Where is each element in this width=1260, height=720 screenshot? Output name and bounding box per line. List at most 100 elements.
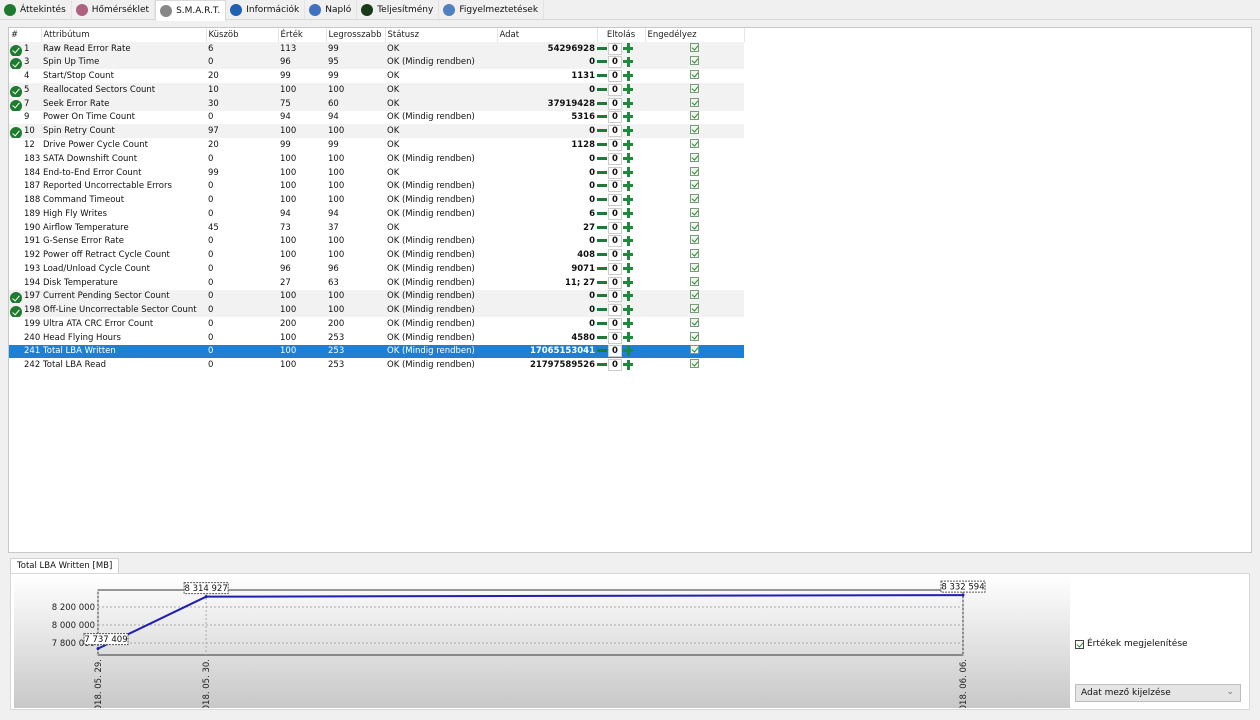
minus-icon[interactable] bbox=[597, 101, 607, 105]
enable-checkbox[interactable] bbox=[690, 317, 699, 327]
tab--ttekint-s[interactable]: Áttekintés bbox=[0, 0, 72, 19]
enable-checkbox[interactable] bbox=[690, 139, 699, 148]
minus-icon[interactable] bbox=[597, 253, 607, 257]
column-header[interactable]: Adat bbox=[497, 28, 598, 42]
offset-value[interactable]: 0 bbox=[608, 207, 622, 220]
minus-icon[interactable] bbox=[597, 60, 607, 64]
plus-icon[interactable] bbox=[623, 180, 633, 191]
enable-checkbox[interactable] bbox=[690, 56, 699, 66]
table-row[interactable]: 10 Spin Retry Count 97 100 100 OK 0 0 bbox=[9, 124, 744, 139]
plus-icon[interactable] bbox=[623, 290, 633, 301]
minus-icon[interactable] bbox=[597, 211, 607, 215]
minus-icon[interactable] bbox=[597, 74, 607, 78]
enable-checkbox[interactable] bbox=[690, 97, 699, 107]
plus-icon[interactable] bbox=[623, 125, 633, 136]
column-header[interactable]: Engedélyez bbox=[645, 28, 745, 42]
plus-icon[interactable] bbox=[623, 249, 633, 260]
enable-checkbox[interactable] bbox=[690, 194, 699, 204]
offset-value[interactable]: 0 bbox=[608, 290, 622, 303]
plus-icon[interactable] bbox=[623, 139, 633, 150]
table-row[interactable]: 188 Command Timeout 0 100 100 OK (Mindig… bbox=[9, 193, 744, 207]
minus-icon[interactable] bbox=[597, 225, 607, 229]
enable-checkbox[interactable] bbox=[690, 207, 699, 217]
minus-icon[interactable] bbox=[597, 115, 607, 119]
plus-icon[interactable] bbox=[623, 222, 633, 233]
minus-icon[interactable] bbox=[597, 143, 607, 146]
column-header[interactable]: Küszöb bbox=[206, 28, 279, 42]
minus-icon[interactable] bbox=[597, 363, 607, 367]
plus-icon[interactable] bbox=[623, 235, 633, 246]
table-row[interactable]: 191 G-Sense Error Rate 0 100 100 OK (Min… bbox=[9, 234, 744, 248]
table-row[interactable]: 187 Reported Uncorrectable Errors 0 100 … bbox=[9, 179, 744, 193]
plus-icon[interactable] bbox=[623, 277, 633, 288]
table-row[interactable]: 189 High Fly Writes 0 94 94 OK (Mindig r… bbox=[9, 207, 744, 221]
table-row[interactable]: 4 Start/Stop Count 20 99 99 OK 1131 0 bbox=[9, 69, 744, 83]
plus-icon[interactable] bbox=[623, 56, 633, 67]
plus-icon[interactable] bbox=[623, 208, 633, 219]
enable-checkbox[interactable] bbox=[690, 276, 699, 286]
tab-inform-ci-k[interactable]: Információk bbox=[226, 0, 306, 19]
offset-value[interactable]: 0 bbox=[608, 276, 622, 289]
minus-icon[interactable] bbox=[597, 280, 607, 284]
data-field-dropdown[interactable]: Adat mező kijelzése ⌄ bbox=[1075, 684, 1241, 702]
offset-value[interactable]: 0 bbox=[608, 42, 622, 55]
table-row[interactable]: 240 Head Flying Hours 0 100 253 OK (Mind… bbox=[9, 331, 744, 345]
column-header[interactable]: Legrosszabb bbox=[326, 28, 386, 42]
enable-checkbox[interactable] bbox=[690, 331, 699, 341]
table-row[interactable]: 190 Airflow Temperature 45 73 37 OK 27 0 bbox=[9, 221, 744, 235]
table-row[interactable]: 197 Current Pending Sector Count 0 100 1… bbox=[9, 289, 744, 304]
tab-total-lba-written[interactable]: Total LBA Written [MB] bbox=[10, 558, 120, 574]
offset-value[interactable]: 0 bbox=[608, 262, 622, 275]
minus-icon[interactable] bbox=[597, 266, 607, 270]
table-row[interactable]: 192 Power off Retract Cycle Count 0 100 … bbox=[9, 248, 744, 262]
offset-value[interactable]: 0 bbox=[608, 56, 622, 69]
enable-checkbox[interactable] bbox=[690, 345, 699, 355]
table-row[interactable]: 193 Load/Unload Cycle Count 0 96 96 OK (… bbox=[9, 262, 744, 276]
enable-checkbox[interactable] bbox=[690, 125, 699, 135]
enable-checkbox[interactable] bbox=[690, 166, 699, 176]
table-row[interactable]: 198 Off-Line Uncorrectable Sector Count … bbox=[9, 303, 744, 318]
table-row[interactable]: 7 Seek Error Rate 30 75 60 OK 37919428 0 bbox=[9, 96, 744, 111]
tab-napl-[interactable]: Napló bbox=[305, 0, 358, 19]
show-values-checkbox[interactable]: Értékek megjelenítése bbox=[1075, 639, 1188, 649]
minus-icon[interactable] bbox=[597, 239, 607, 243]
table-row[interactable]: 194 Disk Temperature 0 27 63 OK (Mindig … bbox=[9, 276, 744, 290]
offset-value[interactable]: 0 bbox=[608, 235, 622, 248]
plus-icon[interactable] bbox=[623, 84, 633, 95]
column-header[interactable]: Attribútum bbox=[41, 28, 207, 42]
enable-checkbox[interactable] bbox=[690, 70, 699, 80]
minus-icon[interactable] bbox=[597, 184, 607, 188]
table-row[interactable]: 199 Ultra ATA CRC Error Count 0 200 200 … bbox=[9, 317, 744, 331]
plus-icon[interactable] bbox=[623, 153, 633, 164]
enable-checkbox[interactable] bbox=[690, 180, 699, 190]
plus-icon[interactable] bbox=[623, 359, 633, 370]
enable-checkbox[interactable] bbox=[690, 111, 699, 121]
enable-checkbox[interactable] bbox=[690, 290, 699, 300]
enable-checkbox[interactable] bbox=[690, 262, 699, 272]
minus-icon[interactable] bbox=[597, 335, 607, 339]
offset-value[interactable]: 0 bbox=[608, 221, 622, 234]
minus-icon[interactable] bbox=[597, 294, 607, 298]
table-row[interactable]: 183 SATA Downshift Count 0 100 100 OK (M… bbox=[9, 152, 744, 166]
column-header[interactable]: Státusz bbox=[385, 28, 498, 42]
offset-value[interactable]: 0 bbox=[608, 359, 622, 372]
table-row[interactable]: 241 Total LBA Written 0 100 253 OK (Mind… bbox=[9, 344, 744, 359]
plus-icon[interactable] bbox=[623, 98, 633, 109]
table-row[interactable]: 1 Raw Read Error Rate 6 113 99 OK 542969… bbox=[9, 41, 744, 56]
enable-checkbox[interactable] bbox=[690, 249, 699, 259]
plus-icon[interactable] bbox=[623, 111, 633, 122]
plus-icon[interactable] bbox=[623, 194, 633, 205]
plus-icon[interactable] bbox=[623, 263, 633, 274]
offset-value[interactable]: 0 bbox=[608, 125, 622, 138]
checkbox-icon[interactable] bbox=[1075, 639, 1084, 649]
minus-icon[interactable] bbox=[597, 349, 607, 353]
tab-h-m-rs-klet[interactable]: Hőmérséklet bbox=[72, 0, 156, 19]
enable-checkbox[interactable] bbox=[690, 221, 699, 231]
enable-checkbox[interactable] bbox=[690, 235, 699, 245]
plus-icon[interactable] bbox=[623, 318, 633, 329]
offset-value[interactable]: 0 bbox=[608, 180, 622, 193]
minus-icon[interactable] bbox=[597, 129, 607, 133]
tab-s-m-a-r-t-[interactable]: S.M.A.R.T. bbox=[155, 0, 227, 21]
minus-icon[interactable] bbox=[597, 156, 607, 160]
minus-icon[interactable] bbox=[597, 198, 607, 202]
